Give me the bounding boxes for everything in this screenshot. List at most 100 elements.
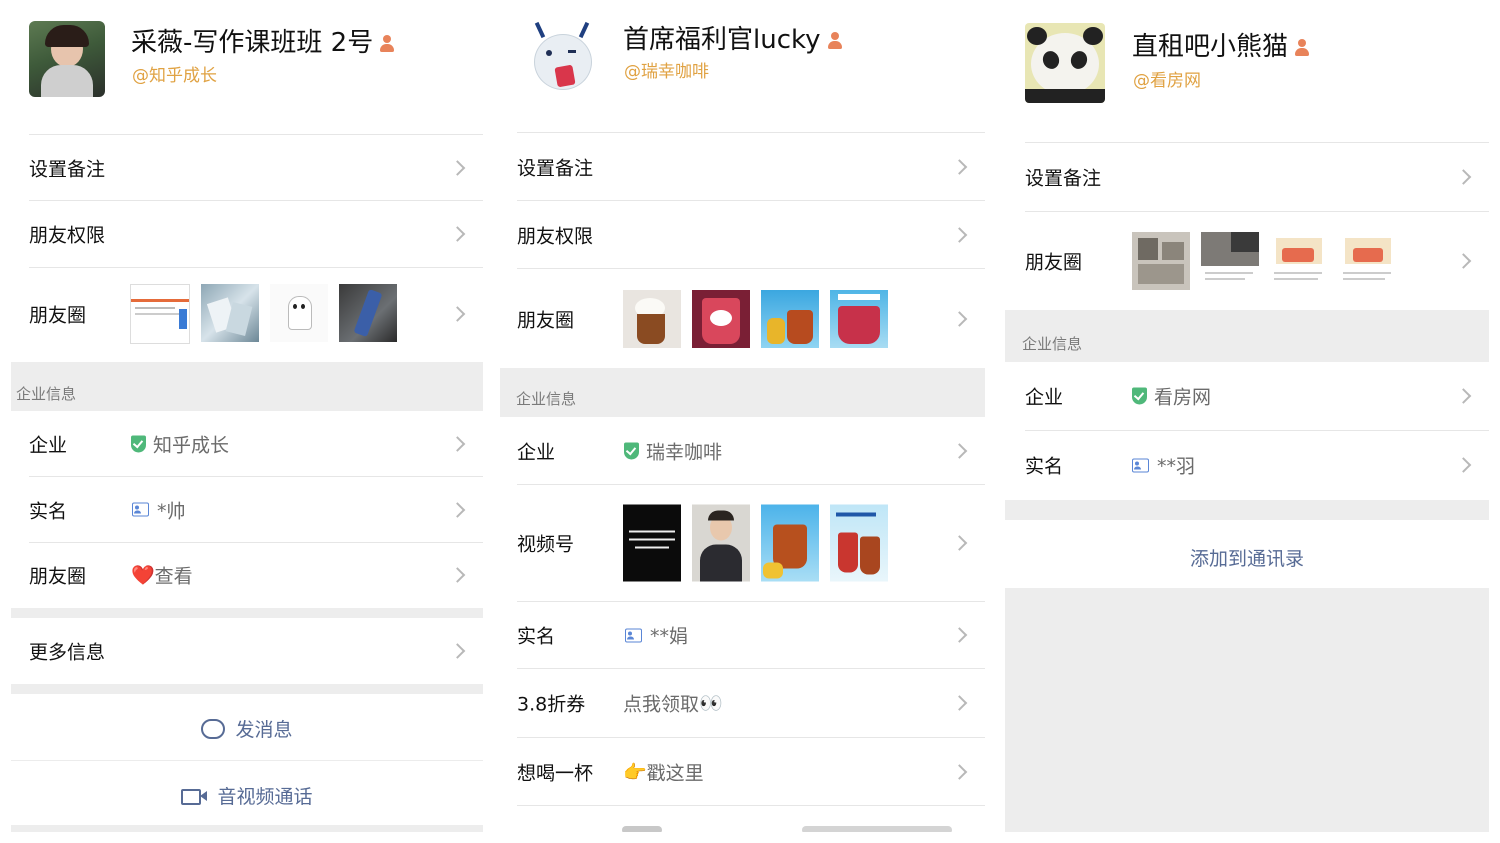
moments-row[interactable]: 朋友圈 (29, 268, 483, 360)
heart-icon: ❤️ (131, 564, 155, 587)
moments-thumbnail (201, 284, 259, 342)
pointing-hand-icon: 👉 (623, 761, 647, 783)
row-label: 实名 (29, 500, 68, 522)
row-label: 企业 (517, 441, 556, 463)
contact-name: 直租吧小熊猫 (1132, 32, 1289, 62)
company-value: 看房网 (1154, 386, 1212, 409)
company-value: 瑞幸咖啡 (646, 441, 723, 463)
chevron-right-icon (951, 442, 968, 459)
set-remark-row[interactable]: 设置备注 (517, 133, 985, 201)
chevron-right-icon (449, 306, 466, 322)
chevron-right-icon (449, 567, 466, 583)
realname-value: **羽 (1157, 455, 1196, 478)
moments-thumbnail (1270, 232, 1328, 290)
send-message-label: 发消息 (235, 719, 293, 741)
profile-panel-3: 直租吧小熊猫 @看房网 设置备注 朋友圈 企业信息 企业 看房网 实名 **羽 … (1000, 0, 1500, 843)
chevron-right-icon (1455, 169, 1472, 185)
avatar[interactable] (29, 21, 105, 97)
chevron-right-icon (449, 435, 466, 452)
section-title: 企业信息 (516, 390, 577, 408)
row-label: 设置备注 (1025, 167, 1102, 190)
channels-thumbnail (830, 504, 888, 582)
row-label: 企业 (1025, 386, 1064, 409)
set-remark-row[interactable]: 设置备注 (1025, 143, 1489, 212)
chevron-right-icon (449, 643, 466, 659)
chevron-right-icon (951, 226, 968, 243)
id-card-icon (1132, 458, 1149, 472)
drink-value: 戳这里 (646, 762, 704, 784)
verified-shield-icon (1132, 387, 1147, 405)
chevron-right-icon (1455, 457, 1472, 473)
add-to-contacts-button[interactable]: 添加到通讯录 (1005, 520, 1489, 588)
avatar[interactable] (1025, 23, 1105, 103)
row-label: 3.8折券 (517, 693, 586, 716)
moments-thumbnail (339, 284, 397, 342)
chevron-right-icon (1455, 253, 1472, 269)
contact-name: 采薇-写作课班班 2号 (131, 28, 374, 58)
realname-value: *帅 (157, 500, 186, 522)
moments-thumbnail (270, 284, 328, 342)
company-row[interactable]: 企业 瑞幸咖啡 (517, 417, 985, 485)
av-call-button[interactable]: 音视频通话 (11, 761, 483, 825)
video-camera-icon (181, 788, 208, 805)
company-row[interactable]: 企业 看房网 (1025, 362, 1489, 431)
set-remark-row[interactable]: 设置备注 (29, 135, 483, 201)
moments-thumbnail (130, 284, 190, 344)
id-card-icon (625, 628, 642, 642)
verified-shield-icon (131, 435, 146, 452)
person-icon (827, 31, 843, 50)
profile-panel-2: 首席福利官lucky @瑞幸咖啡 设置备注 朋友权限 朋友圈 企业信息 企业 瑞… (495, 0, 995, 843)
chevron-right-icon (449, 159, 466, 176)
moments-view-row[interactable]: 朋友圈 ❤️ 查看 (29, 543, 483, 607)
chevron-right-icon (951, 627, 968, 643)
moments-thumbnail (1201, 232, 1259, 290)
corp-handle: @看房网 (1133, 71, 1201, 91)
coupon-value: 点我领取 (623, 693, 700, 716)
friend-permission-row[interactable]: 朋友权限 (29, 201, 483, 268)
contact-name: 首席福利官lucky (623, 25, 821, 55)
chevron-right-icon (951, 763, 968, 780)
row-label: 更多信息 (29, 641, 106, 664)
realname-row[interactable]: 实名 *帅 (29, 477, 483, 543)
row-label: 设置备注 (517, 157, 594, 179)
eyes-icon: 👀 (699, 692, 723, 715)
row-label: 朋友圈 (29, 304, 87, 327)
person-icon (379, 34, 395, 53)
send-message-button[interactable]: 发消息 (11, 694, 483, 760)
chat-bubble-icon (201, 718, 226, 739)
row-label: 实名 (517, 625, 556, 648)
row-label: 朋友圈 (517, 309, 575, 331)
coupon-row[interactable]: 3.8折券 点我领取 👀 (517, 669, 985, 738)
add-to-contacts-label: 添加到通讯录 (1189, 548, 1304, 570)
chevron-right-icon (951, 695, 968, 711)
company-row[interactable]: 企业 知乎成长 (29, 411, 483, 477)
row-label: 朋友权限 (517, 225, 594, 247)
chevron-right-icon (951, 310, 968, 327)
moments-row[interactable]: 朋友圈 (1025, 212, 1489, 310)
verified-shield-icon (624, 442, 639, 459)
moments-row[interactable]: 朋友圈 (517, 269, 985, 368)
realname-row[interactable]: 实名 **羽 (1025, 431, 1489, 499)
partial-row-cut (517, 806, 985, 832)
row-label: 企业 (29, 434, 68, 456)
drink-row[interactable]: 想喝一杯 👉 戳这里 (517, 738, 985, 806)
corp-handle: @瑞幸咖啡 (624, 62, 709, 82)
friend-permission-row[interactable]: 朋友权限 (517, 201, 985, 269)
moments-view-value: 查看 (154, 565, 193, 588)
id-card-icon (132, 502, 149, 517)
row-label: 朋友圈 (1025, 251, 1083, 274)
moments-thumbnail (692, 289, 750, 348)
channels-thumbnail (623, 504, 681, 582)
row-label: 实名 (1025, 455, 1064, 478)
avatar[interactable] (524, 20, 600, 96)
more-info-row[interactable]: 更多信息 (29, 618, 483, 684)
channels-thumbnail (761, 504, 819, 582)
realname-row[interactable]: 实名 **娟 (517, 602, 985, 669)
chevron-right-icon (449, 226, 466, 242)
section-title: 企业信息 (1022, 335, 1083, 353)
corp-handle: @知乎成长 (132, 66, 217, 86)
row-label: 想喝一杯 (517, 762, 594, 784)
channels-row[interactable]: 视频号 (517, 485, 985, 602)
chevron-right-icon (1455, 388, 1472, 404)
moments-thumbnail (830, 289, 888, 348)
